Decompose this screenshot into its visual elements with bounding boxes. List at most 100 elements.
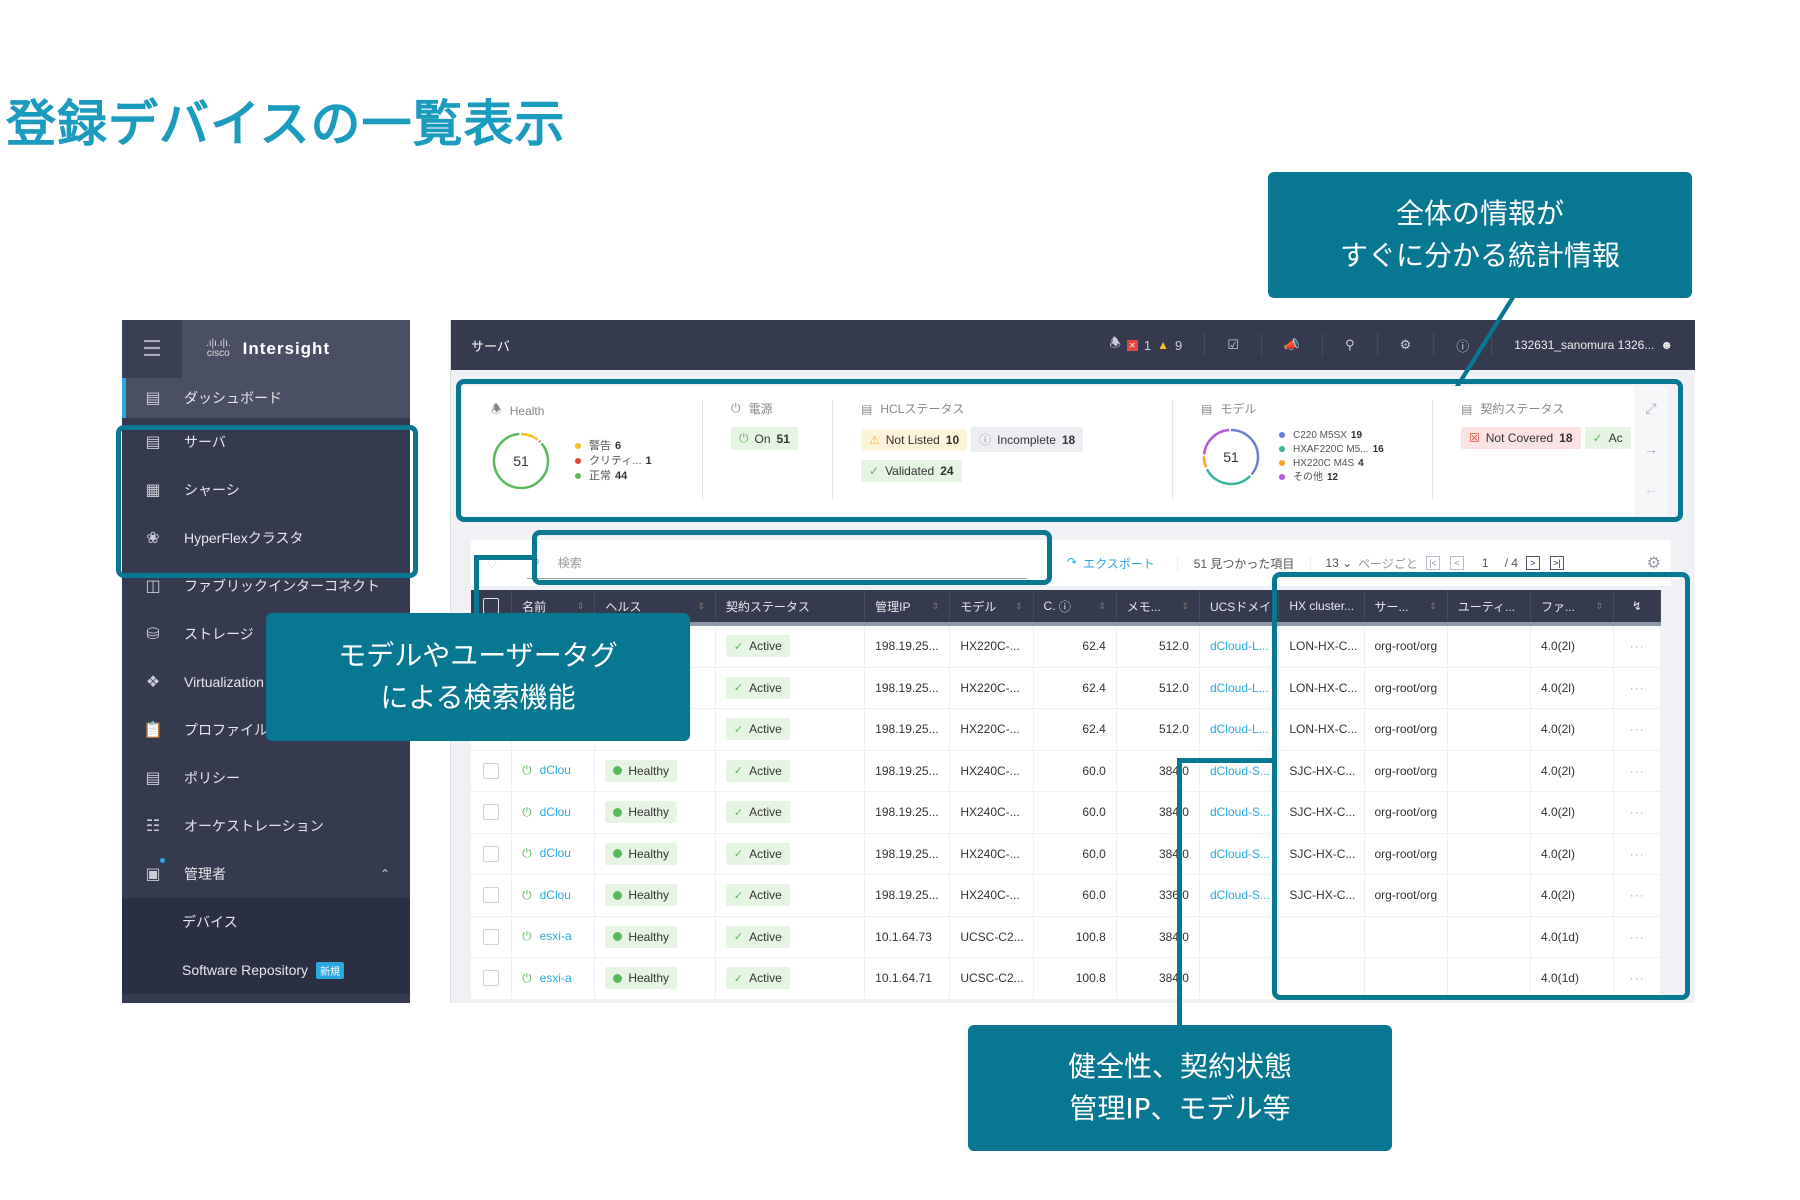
per-page-select[interactable]: 13 ⌄: [1325, 556, 1352, 570]
legend-item[interactable]: C220 M5SX 19: [1279, 429, 1384, 443]
row-checkbox[interactable]: [483, 845, 500, 862]
ucs-domain-link[interactable]: dCloud-S...: [1210, 847, 1270, 861]
col-ucs-domain[interactable]: UCSドメイ: [1200, 590, 1280, 622]
legend-item[interactable]: 正常 44: [575, 469, 652, 484]
chevron-up-icon[interactable]: ⌃: [380, 867, 390, 881]
logo[interactable]: .ı|ı.ı|ı. cisco Intersight: [182, 339, 330, 359]
table-row[interactable]: ⏻ dClou Healthy ✓ Active 198.19.25... HX240C-.…: [471, 792, 1661, 834]
select-all-checkbox[interactable]: [483, 598, 500, 614]
bell-icon[interactable]: 🕭: [1109, 334, 1121, 356]
stat-health[interactable]: 🕭 Health 51 警告 6 クリティ... 1 正常 44: [463, 400, 703, 500]
table-row[interactable]: ⏻ dClou Healthy ✓ Active 198.19.25... HX240C-.…: [471, 833, 1661, 875]
more-actions-icon[interactable]: ···: [1630, 930, 1645, 944]
legend-item[interactable]: 警告 6: [575, 439, 652, 454]
next-page-button[interactable]: >: [1525, 556, 1540, 570]
legend-item[interactable]: HXAF220C M5... 16: [1279, 443, 1384, 457]
arrow-right-icon[interactable]: →: [1644, 441, 1658, 457]
stat-contract[interactable]: ▤ 契約ステータス ☒ Not Covered 18 ✓ Ac: [1433, 400, 1632, 500]
cell-actions[interactable]: ···: [1614, 916, 1661, 957]
more-actions-icon[interactable]: ···: [1630, 805, 1645, 819]
settings-button[interactable]: ⚙: [1376, 333, 1434, 357]
cell-select[interactable]: [471, 875, 513, 916]
prev-page-button[interactable]: <: [1449, 556, 1464, 570]
stat-hcl[interactable]: ▤ HCLステータス ⚠ Not Listed 10 ⓘ Incomplete 18 ✓ Va…: [833, 400, 1173, 500]
gear-icon[interactable]: ⚙: [1647, 553, 1661, 573]
cell-select[interactable]: [471, 916, 513, 957]
sidebar-item-orchestration[interactable]: ☷ オーケストレーション: [122, 802, 410, 850]
legend-item[interactable]: HX220C M4S 4: [1279, 457, 1384, 471]
more-actions-icon[interactable]: ···: [1630, 847, 1645, 861]
server-name-link[interactable]: esxi-a: [540, 929, 572, 943]
sidebar-item-fabric[interactable]: ◫ ファブリックインターコネクト: [122, 562, 410, 610]
cell-select[interactable]: [471, 792, 513, 833]
ucs-domain-link[interactable]: dCloud-S...: [1210, 888, 1270, 902]
current-page[interactable]: 1: [1472, 556, 1499, 570]
sidebar-item-software-repository[interactable]: Software Repository 新規: [122, 946, 410, 994]
col-mgmt-ip[interactable]: 管理IP ⇕: [865, 590, 951, 622]
server-name-link[interactable]: dClou: [540, 846, 571, 860]
ucs-domain-link[interactable]: dCloud-L...: [1210, 722, 1269, 736]
cell-actions[interactable]: ···: [1614, 958, 1661, 999]
legend-item[interactable]: その他 12: [1279, 471, 1384, 485]
arrow-left-icon[interactable]: ←: [1644, 481, 1658, 497]
cell-actions[interactable]: ···: [1614, 750, 1661, 791]
col-memory[interactable]: メモ... ⇕: [1117, 590, 1200, 622]
collapse-icon[interactable]: ⤢: [1645, 400, 1656, 417]
table-row[interactable]: ⏻ dClou Healthy ✓ Active 198.19.25... HX240C-.…: [471, 875, 1661, 917]
alarms[interactable]: 🕭 ✕ 1 ▲ 9: [1087, 333, 1204, 357]
ucs-domain-link[interactable]: dCloud-L...: [1210, 639, 1269, 653]
sidebar-item-dashboard[interactable]: ▤ ダッシュボード: [122, 378, 410, 418]
col-cpu[interactable]: C. ⓘ ⇕: [1034, 590, 1117, 622]
sidebar-item-devices[interactable]: デバイス: [122, 898, 410, 946]
power-on-chip[interactable]: ⏻ On 51: [731, 427, 798, 450]
cell-select[interactable]: [471, 833, 513, 874]
ucs-domain-link[interactable]: dCloud-S...: [1210, 805, 1270, 819]
cell-actions[interactable]: ···: [1614, 875, 1661, 916]
cell-actions[interactable]: ···: [1614, 792, 1661, 833]
more-actions-icon[interactable]: ···: [1630, 722, 1645, 736]
server-name-link[interactable]: esxi-a: [540, 971, 572, 985]
sidebar-item-hyperflex[interactable]: ❀ HyperFlexクラスタ: [122, 514, 410, 562]
legend-item[interactable]: クリティ... 1: [575, 454, 652, 469]
ucs-domain-link[interactable]: dCloud-L...: [1210, 681, 1269, 695]
row-checkbox[interactable]: [483, 804, 500, 821]
more-actions-icon[interactable]: ···: [1630, 681, 1645, 695]
server-name-link[interactable]: dClou: [540, 888, 571, 902]
more-actions-icon[interactable]: ···: [1630, 888, 1645, 902]
sidebar-item-policies[interactable]: ▤ ポリシー: [122, 754, 410, 802]
col-hx-cluster[interactable]: HX cluster...: [1279, 590, 1365, 622]
search-input[interactable]: ⚲ 検索: [527, 547, 1027, 579]
ucs-domain-link[interactable]: dCloud-S...: [1210, 764, 1270, 778]
col-utility[interactable]: ユーティ...: [1448, 590, 1531, 622]
row-checkbox[interactable]: [483, 928, 500, 945]
sidebar-item-chassis[interactable]: ▦ シャーシ: [122, 466, 410, 514]
server-name-link[interactable]: dClou: [540, 805, 571, 819]
col-actions[interactable]: ↯: [1614, 590, 1661, 622]
user-menu[interactable]: 132631_sanomura 1326... ☻: [1491, 333, 1695, 357]
row-checkbox[interactable]: [483, 762, 500, 779]
more-actions-icon[interactable]: ···: [1630, 639, 1645, 653]
table-row[interactable]: ⏻ esxi-a Healthy ✓ Active 10.1.64.71 UCSC-C2..…: [471, 958, 1661, 1000]
col-server-profile[interactable]: サー... ⇕: [1365, 590, 1448, 622]
cell-actions[interactable]: ···: [1614, 626, 1661, 667]
hcl-validated-chip[interactable]: ✓ Validated 24: [861, 460, 962, 482]
export-button[interactable]: ↷ エクスポート: [1067, 554, 1178, 572]
cell-actions[interactable]: ···: [1614, 833, 1661, 874]
hcl-not-listed-chip[interactable]: ⚠ Not Listed 10: [861, 429, 968, 451]
table-row[interactable]: ⏻ dClou Healthy ✓ Active 198.19.25... HX240C-.…: [471, 750, 1661, 792]
col-contract[interactable]: 契約ステータス: [716, 590, 866, 622]
stat-model[interactable]: ▤ モデル 51 C220 M5SX 19 HXAF220C M5... 16 HX220…: [1173, 400, 1433, 500]
col-firmware[interactable]: ファ... ⇕: [1531, 590, 1615, 622]
row-checkbox[interactable]: [483, 887, 500, 904]
menu-icon[interactable]: ☰: [122, 320, 182, 378]
hcl-incomplete-chip[interactable]: ⓘ Incomplete 18: [971, 427, 1084, 452]
cell-actions[interactable]: ···: [1614, 709, 1661, 750]
last-page-button[interactable]: >|: [1549, 556, 1564, 570]
tasks-button[interactable]: ☑: [1204, 333, 1261, 357]
first-page-button[interactable]: |<: [1425, 556, 1440, 570]
search-button[interactable]: ⚲: [1322, 333, 1377, 357]
sidebar-item-servers[interactable]: ▤ サーバ: [122, 418, 410, 466]
stat-power[interactable]: ⏻ 電源 ⏻ On 51: [703, 400, 833, 500]
server-name-link[interactable]: dClou: [540, 763, 571, 777]
sidebar-item-admin[interactable]: ▣ 管理者 ⌃: [122, 850, 410, 898]
